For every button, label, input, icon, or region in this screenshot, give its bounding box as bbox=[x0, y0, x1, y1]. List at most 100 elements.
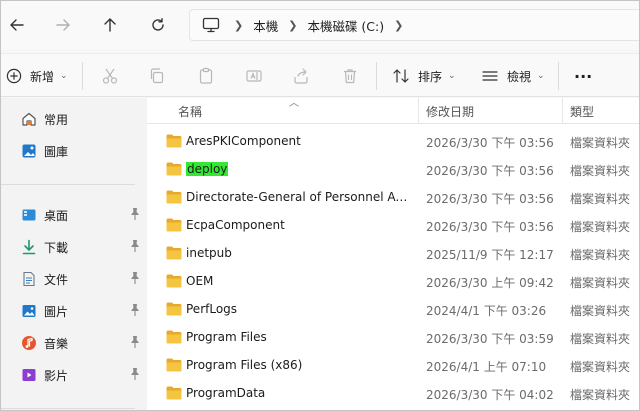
column-resize-handle[interactable] bbox=[418, 98, 419, 124]
file-name: Directorate-General of Personnel Adm... bbox=[186, 190, 414, 204]
chevron-down-icon: ⌄ bbox=[60, 71, 68, 81]
toolbar-divider bbox=[558, 62, 559, 90]
breadcrumb-item[interactable]: 本機磁碟 (C:) bbox=[307, 16, 384, 35]
folder-icon bbox=[166, 218, 182, 232]
file-name: EcpaComponent bbox=[186, 218, 285, 232]
arrow-right-icon bbox=[56, 19, 70, 31]
sort-button[interactable]: 排序 ⌄ bbox=[392, 64, 456, 88]
folder-icon bbox=[166, 330, 182, 344]
sidebar-item-label: 圖片 bbox=[44, 305, 69, 319]
sidebar-item-label: 文件 bbox=[44, 273, 69, 287]
documents-icon bbox=[23, 271, 35, 287]
clipboard-icon bbox=[199, 67, 213, 84]
chevron-right-icon: ❯ bbox=[288, 18, 298, 32]
table-row[interactable]: deploy 2026/3/30 下午 03:56 檔案資料夾 bbox=[147, 156, 639, 184]
sidebar-item-music[interactable]: 音樂 bbox=[1, 329, 147, 357]
pin-icon[interactable] bbox=[129, 271, 141, 285]
table-row[interactable]: Program Files (x86) 2026/4/1 上午 07:10 檔案資料… bbox=[147, 352, 639, 380]
cut-button[interactable] bbox=[100, 66, 120, 86]
file-name: AresPKIComponent bbox=[186, 134, 301, 148]
new-button-label: 新增 bbox=[30, 69, 55, 84]
sidebar-item-gallery[interactable]: 圖庫 bbox=[1, 137, 147, 165]
file-date-modified: 2026/3/30 下午 03:56 bbox=[426, 220, 554, 234]
folder-icon bbox=[166, 190, 182, 204]
sidebar-item-label: 圖庫 bbox=[44, 145, 69, 159]
chevron-right-icon: ❯ bbox=[394, 18, 404, 32]
pin-icon[interactable] bbox=[129, 207, 141, 221]
new-button[interactable]: 新增 ⌄ bbox=[6, 64, 68, 88]
table-row[interactable]: EcpaComponent 2026/3/30 下午 03:56 檔案資料夾 bbox=[147, 212, 639, 240]
pin-icon[interactable] bbox=[129, 239, 141, 253]
delete-button[interactable] bbox=[340, 66, 360, 86]
pin-icon[interactable] bbox=[129, 367, 141, 381]
folder-icon bbox=[166, 246, 182, 260]
table-row[interactable]: Directorate-General of Personnel Adm... 2… bbox=[147, 184, 639, 212]
column-header-type[interactable]: 類型 bbox=[570, 103, 594, 120]
view-button[interactable]: 檢視 ⌄ bbox=[481, 64, 545, 88]
more-options-button[interactable]: ··· bbox=[574, 64, 592, 88]
share-button[interactable] bbox=[291, 66, 311, 86]
file-date-modified: 2026/3/30 下午 03:59 bbox=[426, 332, 554, 346]
table-row[interactable]: AresPKIComponent 2026/3/30 下午 03:56 檔案資料夾 bbox=[147, 128, 639, 156]
table-row[interactable]: ProgramData 2026/3/30 下午 04:02 檔案資料夾 bbox=[147, 380, 639, 408]
sidebar-item-home[interactable]: 常用 bbox=[1, 105, 147, 133]
file-date-modified: 2026/3/30 下午 04:02 bbox=[426, 388, 554, 402]
column-header-date[interactable]: 修改日期 bbox=[426, 103, 474, 120]
copy-button[interactable] bbox=[147, 66, 167, 86]
sort-ascending-icon: ︿ bbox=[289, 98, 299, 109]
videos-icon bbox=[22, 369, 36, 381]
file-type: 檔案資料夾 bbox=[570, 248, 631, 262]
view-button-label: 檢視 bbox=[507, 69, 532, 84]
pictures-icon bbox=[22, 305, 36, 317]
sidebar-item-desktop[interactable]: 桌面 bbox=[1, 201, 147, 229]
refresh-button[interactable] bbox=[144, 11, 172, 39]
folder-icon bbox=[166, 162, 182, 176]
desktop-icon bbox=[22, 209, 36, 221]
file-type: 檔案資料夾 bbox=[570, 276, 631, 290]
sidebar-item-documents[interactable]: 文件 bbox=[1, 265, 147, 293]
column-header-row: ︿ 名稱 修改日期 類型 bbox=[147, 98, 639, 124]
toolbar-divider bbox=[82, 62, 83, 90]
up-button[interactable] bbox=[96, 11, 124, 39]
sidebar-item-pictures[interactable]: 圖片 bbox=[1, 297, 147, 325]
trash-icon bbox=[344, 69, 356, 84]
sidebar-item-downloads[interactable]: 下載 bbox=[1, 233, 147, 261]
sidebar-item-videos[interactable]: 影片 bbox=[1, 361, 147, 389]
more-options-icon: ··· bbox=[574, 66, 593, 86]
forward-button[interactable] bbox=[49, 11, 77, 39]
back-button[interactable] bbox=[3, 11, 31, 39]
download-icon bbox=[22, 239, 36, 255]
table-row[interactable]: PerfLogs 2024/4/1 下午 03:26 檔案資料夾 bbox=[147, 296, 639, 324]
address-bar[interactable]: ❯ 本機 ❯ 本機磁碟 (C:) ❯ bbox=[189, 9, 639, 41]
folder-icon bbox=[166, 302, 182, 316]
column-header-name[interactable]: 名稱 bbox=[178, 103, 202, 120]
home-icon bbox=[22, 112, 36, 126]
pin-icon[interactable] bbox=[129, 335, 141, 349]
list-view-icon bbox=[482, 71, 498, 81]
file-name: PerfLogs bbox=[186, 302, 238, 316]
column-resize-handle[interactable] bbox=[562, 98, 563, 124]
file-date-modified: 2026/4/1 上午 07:10 bbox=[426, 360, 547, 374]
paste-button[interactable] bbox=[196, 66, 216, 86]
table-row[interactable]: inetpub 2025/11/9 下午 12:17 檔案資料夾 bbox=[147, 240, 639, 268]
folder-icon bbox=[166, 358, 182, 372]
chevron-down-icon: ⌄ bbox=[448, 71, 456, 81]
file-type: 檔案資料夾 bbox=[570, 164, 631, 178]
table-row[interactable]: Program Files 2026/3/30 下午 03:59 檔案資料夾 bbox=[147, 324, 639, 352]
navigation-bar: ❯ 本機 ❯ 本機磁碟 (C:) ❯ bbox=[1, 1, 639, 49]
table-row[interactable]: OEM 2026/3/30 上午 09:42 檔案資料夾 bbox=[147, 268, 639, 296]
rename-button[interactable] bbox=[244, 66, 264, 86]
breadcrumb-item[interactable]: 本機 bbox=[253, 16, 278, 35]
folder-icon bbox=[166, 386, 182, 400]
file-name: ProgramData bbox=[186, 386, 266, 400]
file-type: 檔案資料夾 bbox=[570, 332, 631, 346]
scissors-icon bbox=[102, 68, 118, 84]
share-icon bbox=[294, 68, 308, 84]
arrow-left-icon bbox=[10, 19, 24, 31]
pin-icon[interactable] bbox=[129, 303, 141, 317]
file-type: 檔案資料夾 bbox=[570, 192, 631, 206]
file-type: 檔案資料夾 bbox=[570, 220, 631, 234]
file-name: Program Files bbox=[186, 330, 267, 344]
file-date-modified: 2026/3/30 下午 03:56 bbox=[426, 192, 554, 206]
sidebar-item-label: 常用 bbox=[44, 113, 69, 127]
